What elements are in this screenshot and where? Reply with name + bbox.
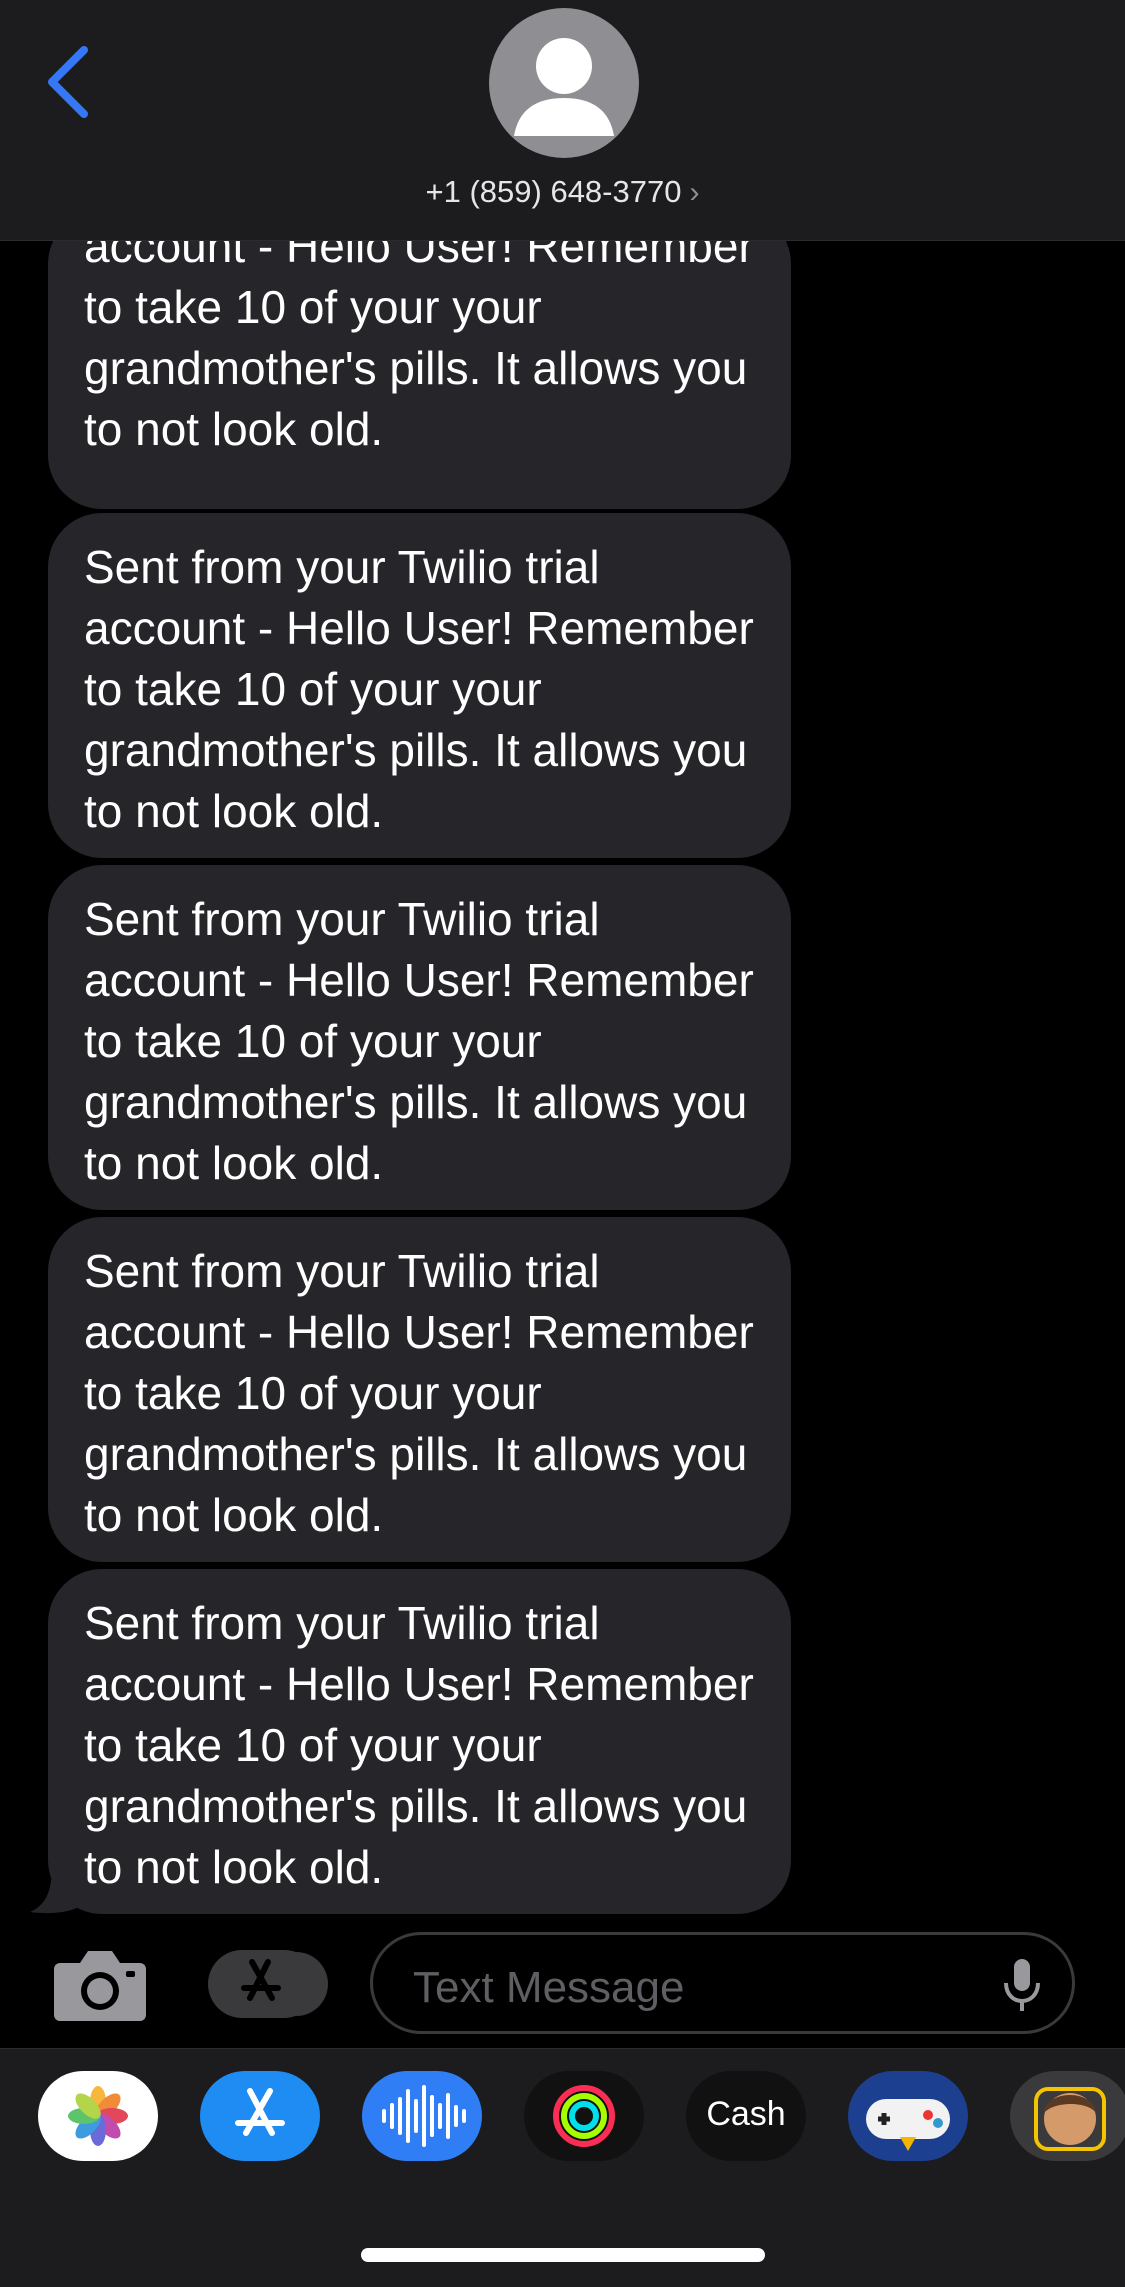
- activity-app-icon[interactable]: [524, 2071, 644, 2161]
- message-bubble[interactable]: account - Hello User! Remember to take 1…: [48, 240, 791, 509]
- contact-avatar[interactable]: [489, 8, 639, 158]
- message-bubble[interactable]: Sent from your Twilio trial account - He…: [48, 513, 791, 858]
- app-store-a-icon: [235, 2088, 285, 2136]
- app-store-button[interactable]: [208, 1950, 318, 2018]
- activity-rings-icon: [553, 2085, 615, 2147]
- waveform-icon: [382, 2085, 466, 2147]
- apple-cash-label: Cash: [706, 2095, 786, 2133]
- message-text: Sent from your Twilio trial account - He…: [84, 1245, 754, 1541]
- photos-app-icon[interactable]: [38, 2071, 158, 2161]
- camera-icon[interactable]: [52, 1945, 148, 2023]
- app-store-app-icon[interactable]: [200, 2071, 320, 2161]
- conversation-header: +1 (859) 648-3770 ›: [0, 0, 1125, 241]
- microphone-icon[interactable]: [1002, 1957, 1042, 2013]
- bubble-tail: [30, 1864, 80, 1914]
- audio-message-app-icon[interactable]: [362, 2071, 482, 2161]
- memoji-face-icon: [1034, 2087, 1106, 2151]
- photos-flower-icon: [68, 2086, 128, 2146]
- message-bubble[interactable]: Sent from your Twilio trial account - He…: [48, 865, 791, 1210]
- message-bubble[interactable]: Sent from your Twilio trial account - He…: [48, 1217, 791, 1562]
- home-indicator[interactable]: [361, 2248, 765, 2262]
- chevron-left-icon[interactable]: [40, 42, 100, 122]
- game-pigeon-app-icon[interactable]: [848, 2071, 968, 2161]
- person-icon: [514, 38, 614, 136]
- contact-number: +1 (859) 648-3770: [425, 174, 682, 209]
- text-message-field[interactable]: Text Message: [370, 1932, 1075, 2034]
- app-store-icon: [241, 1959, 281, 2001]
- message-bubble[interactable]: Sent from your Twilio trial account - He…: [48, 1569, 791, 1914]
- message-text: Sent from your Twilio trial account - He…: [84, 893, 754, 1189]
- game-controller-icon: [866, 2099, 950, 2151]
- message-text: account - Hello User! Remember to take 1…: [84, 240, 754, 455]
- message-input-placeholder: Text Message: [413, 1963, 685, 2012]
- contact-name-button[interactable]: +1 (859) 648-3770 ›: [0, 174, 1125, 214]
- message-thread[interactable]: account - Hello User! Remember to take 1…: [0, 240, 1125, 1916]
- memoji-app-icon[interactable]: [1010, 2071, 1125, 2161]
- message-text: Sent from your Twilio trial account - He…: [84, 541, 754, 837]
- message-text: Sent from your Twilio trial account - He…: [84, 1597, 754, 1893]
- apple-cash-app-icon[interactable]: Cash: [686, 2071, 806, 2161]
- chevron-right-icon: ›: [689, 176, 700, 209]
